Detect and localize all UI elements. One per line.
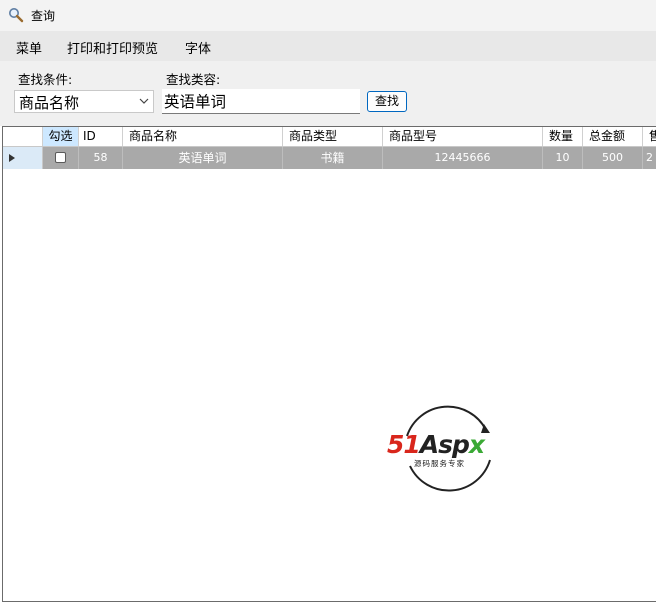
search-button[interactable]: 查找 bbox=[367, 91, 407, 112]
content-label: 查找类容: bbox=[166, 72, 221, 87]
menu-bar: 菜单 打印和打印预览 字体 bbox=[0, 31, 656, 61]
column-header-type[interactable]: 商品类型 bbox=[283, 127, 383, 146]
row-checkbox[interactable] bbox=[55, 152, 66, 163]
column-header-sale[interactable]: 售 bbox=[643, 127, 656, 146]
logo-tagline: 源码服务专家 bbox=[414, 459, 465, 468]
row-checkbox-cell bbox=[43, 147, 79, 169]
condition-select-value: 商品名称 bbox=[19, 94, 80, 112]
cell-model: 12445666 bbox=[383, 147, 543, 169]
column-header-total[interactable]: 总金额 bbox=[583, 127, 643, 146]
condition-label: 查找条件: bbox=[18, 72, 73, 87]
logo-brand: 51Aspx bbox=[387, 430, 485, 459]
cell-sale: 2 bbox=[643, 147, 656, 169]
column-header-model[interactable]: 商品型号 bbox=[383, 127, 543, 146]
table-row[interactable]: 58 英语单词 书籍 12445666 10 500 2 bbox=[3, 147, 656, 169]
row-pointer-icon bbox=[9, 154, 15, 162]
condition-select[interactable]: 商品名称 bbox=[14, 90, 154, 113]
column-header-id[interactable]: ID bbox=[79, 127, 123, 146]
menu-item-menu[interactable]: 菜单 bbox=[16, 38, 42, 57]
brand-watermark-logo: 51Aspx 源码服务专家 bbox=[384, 400, 514, 496]
column-header-qty[interactable]: 数量 bbox=[543, 127, 583, 146]
cell-id: 58 bbox=[79, 147, 123, 169]
grid-header: 勾选 ID 商品名称 商品类型 商品型号 数量 总金额 售 bbox=[3, 127, 656, 147]
column-header-check[interactable]: 勾选 bbox=[43, 127, 79, 146]
column-header-name[interactable]: 商品名称 bbox=[123, 127, 283, 146]
cell-name: 英语单词 bbox=[123, 147, 283, 169]
cell-qty: 10 bbox=[543, 147, 583, 169]
row-header-corner bbox=[3, 127, 43, 146]
data-grid[interactable]: 勾选 ID 商品名称 商品类型 商品型号 数量 总金额 售 58 英语单词 书籍… bbox=[2, 126, 656, 602]
row-header[interactable] bbox=[3, 147, 43, 169]
title-bar: 查询 bbox=[0, 0, 656, 31]
magnifier-icon bbox=[9, 8, 24, 23]
content-input-value: 英语单词 bbox=[164, 93, 227, 111]
chevron-down-icon bbox=[139, 98, 149, 104]
window-title: 查询 bbox=[31, 9, 56, 23]
menu-item-print[interactable]: 打印和打印预览 bbox=[67, 38, 158, 57]
cell-type: 书籍 bbox=[283, 147, 383, 169]
menu-item-font[interactable]: 字体 bbox=[185, 38, 211, 57]
cell-total: 500 bbox=[583, 147, 643, 169]
content-input[interactable]: 英语单词 bbox=[162, 89, 360, 114]
